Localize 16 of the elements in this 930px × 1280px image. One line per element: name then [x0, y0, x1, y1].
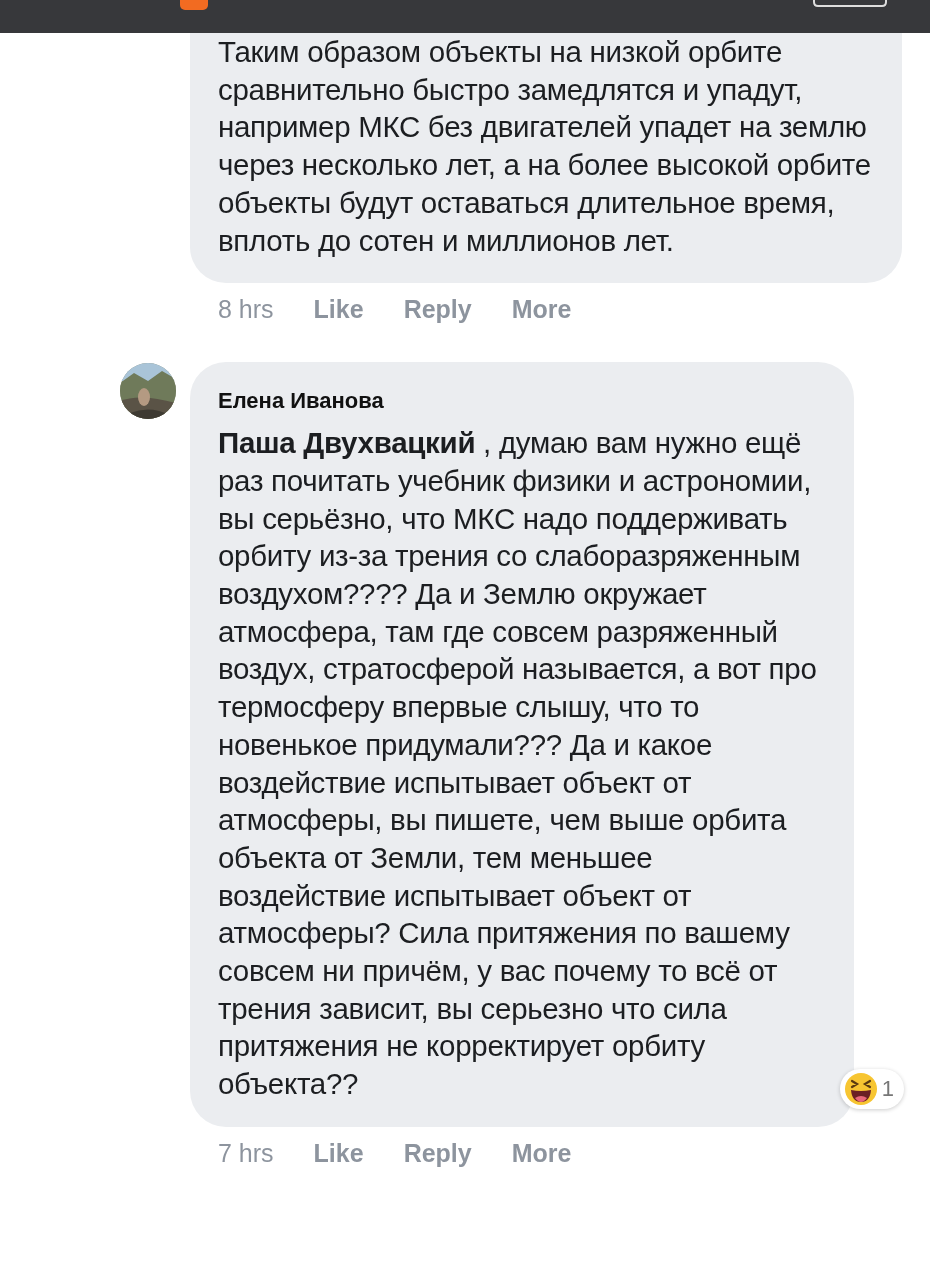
comment-action-link[interactable]: Reply [403, 295, 472, 325]
comment-time: 8 hrs [218, 295, 274, 325]
comment-action-link[interactable]: Reply [403, 1138, 472, 1168]
battery-icon [812, 0, 888, 8]
reaction-badge[interactable]: 1 [839, 1068, 904, 1109]
reaction-count: 1 [881, 1075, 894, 1102]
comment-action-link[interactable]: Like [313, 1138, 364, 1168]
comment-text: Таким образом объекты на низкой орбите сравнительно быстро замедлятся и упадут, например МКС без двигателей упадет на землю через несколько лет, а на более высокой орбите объекты будут оставаться длительное время, вплоть до сотен и миллионов лет. [218, 34, 872, 259]
comment-action-link[interactable]: Like [313, 295, 364, 325]
comment-text: Паша Двухвацкий , думаю вам нужно ещё раз почитать учебник физики и астрономии, вы серьёзно, что МКС надо поддерживать орбиту из-за трения со слаборазряженным воздухом???? Да и Землю окружает атмосфера, там где совсем разряженный воздух, стратосферой называется, а вот про термосферу впервые слышу, что то новенькое придумали??? Да и какое воздействие испытывает объект от атмосферы, вы пишете, чем выше орбита объекта от Земли, тем меньшее воздействие испытывает объект от атмосферы? Сила притяжения по вашему совсем ни причём, у вас почему то всё от трения зависит, вы серьезно что сила притяжения не корректирует орбиту объекта?? [218, 425, 818, 1103]
comment-action-link[interactable]: More [511, 295, 572, 325]
app-icon [180, 0, 208, 10]
comment-time: 7 hrs [218, 1138, 274, 1168]
laughing-emoji-icon [843, 1071, 878, 1106]
author-name[interactable]: Елена Иванова [218, 388, 826, 415]
comment-action-link[interactable]: More [511, 1138, 572, 1168]
